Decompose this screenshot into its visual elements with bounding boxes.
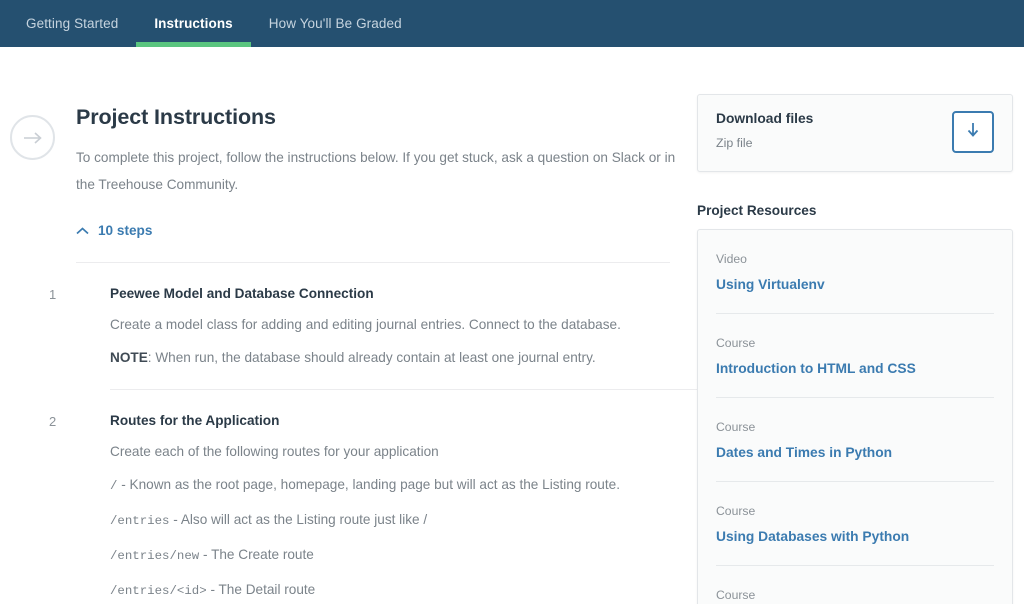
resource-item: Course Dates and Times in Python [716, 398, 994, 481]
route-path: /entries [110, 514, 170, 528]
step-route-line: /entries - Also will act as the Listing … [110, 496, 676, 531]
step-line-note: NOTE: When run, the database should alre… [110, 334, 676, 367]
step-item: 2 Routes for the Application Create each… [49, 390, 676, 604]
download-text-group: Download files Zip file [716, 111, 813, 150]
step-route-line: / - Known as the root page, homepage, la… [110, 461, 676, 496]
tab-label: Instructions [154, 16, 233, 31]
arrow-right-circle-icon [10, 115, 55, 160]
resource-type: Video [716, 252, 747, 266]
top-navigation-bar: Getting Started Instructions How You'll … [0, 0, 1024, 47]
resource-item: Video Using Virtualenv [716, 230, 994, 313]
resource-link[interactable]: Introduction to HTML and CSS [716, 350, 994, 376]
step-line-text: Create each of the following routes for … [110, 444, 439, 459]
step-line-text: - The Create route [199, 547, 314, 562]
resource-item: Course Introduction to HTML and CSS [716, 314, 994, 397]
tab-instructions[interactable]: Instructions [136, 0, 251, 47]
step-line-text: - The Detail route [206, 582, 316, 597]
step-line-text: : When run, the database should already … [147, 350, 596, 365]
step-route-line: /entries/<id> - The Detail route [110, 566, 676, 601]
step-line: Create a model class for adding and edit… [110, 301, 676, 334]
step-line: Create each of the following routes for … [110, 428, 676, 461]
download-subtitle: Zip file [716, 136, 753, 150]
resource-item: Course Using Databases with Python [716, 482, 994, 565]
project-resources-card: Video Using Virtualenv Course Introducti… [697, 229, 1013, 604]
download-files-card: Download files Zip file [697, 94, 1013, 172]
project-resources-heading: Project Resources [697, 203, 817, 218]
resource-type: Course [716, 588, 756, 602]
route-path: /entries/new [110, 549, 200, 563]
step-route-line: /entries/new - The Create route [110, 531, 676, 566]
download-button[interactable] [952, 111, 994, 153]
chevron-up-icon [76, 223, 89, 238]
download-title: Download files [716, 111, 814, 126]
tab-label: Getting Started [26, 16, 119, 31]
page-body: Project Instructions To complete this pr… [0, 47, 1024, 604]
resource-link[interactable]: Using Databases with Python [716, 518, 994, 544]
step-number: 2 [49, 414, 57, 429]
resource-type: Course [716, 336, 756, 350]
step-number: 1 [49, 287, 57, 302]
instructions-main-column: Project Instructions To complete this pr… [49, 47, 704, 604]
tab-how-youll-be-graded[interactable]: How You'll Be Graded [251, 0, 420, 47]
note-label: NOTE [110, 350, 148, 365]
intro-paragraph: To complete this project, follow the ins… [76, 150, 676, 192]
tab-label: How You'll Be Graded [268, 16, 402, 31]
step-line-text: Create a model class for adding and edit… [110, 317, 621, 332]
step-line-text: - Known as the root page, homepage, land… [117, 477, 620, 492]
resource-type: Course [716, 420, 756, 434]
steps-collapse-toggle[interactable]: 10 steps [76, 223, 152, 238]
resource-type: Course [716, 504, 756, 518]
step-title: Peewee Model and Database Connection [110, 286, 374, 301]
steps-toggle-label: 10 steps [98, 223, 153, 238]
resource-link[interactable]: Dates and Times in Python [716, 434, 994, 460]
arrow-down-icon [966, 121, 980, 144]
step-title: Routes for the Application [110, 413, 280, 428]
step-item: 1 Peewee Model and Database Connection C… [49, 263, 676, 389]
resource-item: Course Flask Basics [716, 566, 994, 604]
sidebar: Download files Zip file Project Resource… [697, 47, 1013, 604]
resource-link[interactable]: Using Virtualenv [716, 266, 994, 292]
route-path: /entries/<id> [110, 584, 207, 598]
tab-getting-started[interactable]: Getting Started [8, 0, 136, 47]
step-line-text: - Also will act as the Listing route jus… [169, 512, 428, 527]
page-title: Project Instructions [76, 105, 276, 129]
